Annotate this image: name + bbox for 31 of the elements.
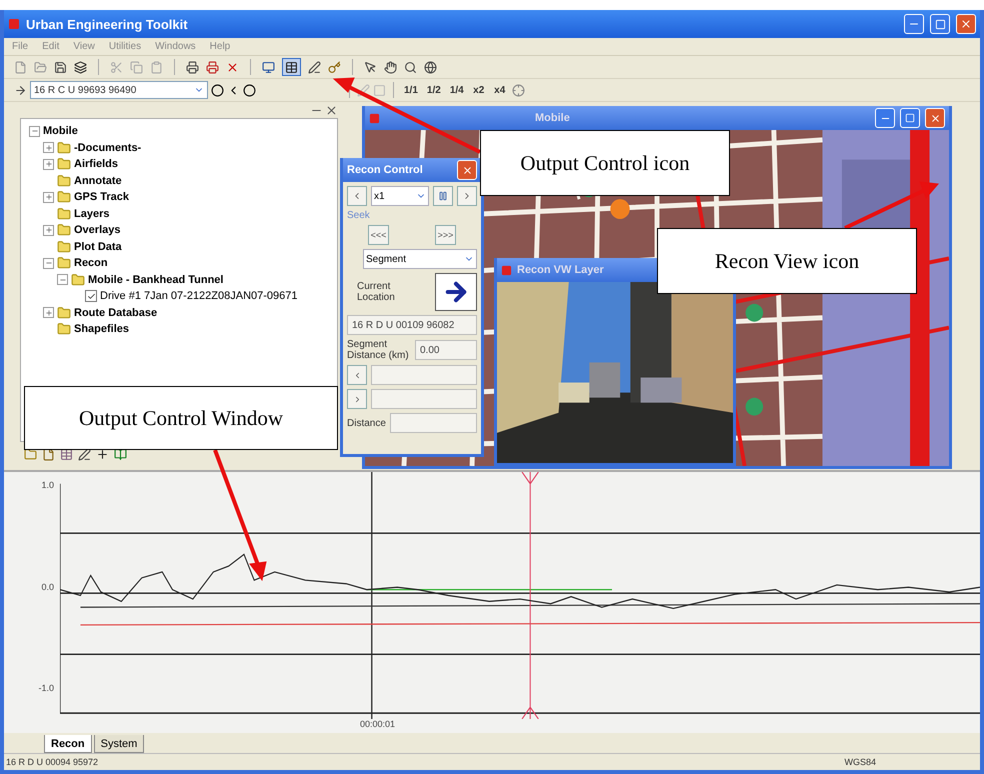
tree-item[interactable]: Recon [74, 257, 108, 270]
sheet-tab[interactable]: System [94, 735, 144, 753]
sheet-tab[interactable]: Recon [44, 735, 92, 753]
tree-item[interactable]: Overlays [74, 224, 120, 236]
rate-button[interactable]: 1/2 [424, 81, 444, 99]
rate-button[interactable]: 1/4 [446, 81, 467, 99]
status-datum: WGS84 [844, 757, 876, 767]
axis-tick-label: 0.0 [41, 582, 54, 592]
rate-button[interactable]: x2 [470, 81, 488, 99]
window-title: Mobile [534, 112, 571, 124]
axis-tick-label: 00:00:01 [360, 719, 396, 731]
tree-item[interactable]: GPS Track [74, 191, 130, 204]
tree-item[interactable]: Mobile [43, 125, 78, 138]
callout-label: Output Control Window [24, 386, 338, 450]
seek-label: Seek [347, 210, 371, 221]
tree-item[interactable]: Shapefiles [74, 323, 130, 336]
tree-item[interactable]: Annotate [74, 174, 122, 187]
tree-item[interactable]: Route Database [74, 306, 158, 319]
coordinate-field[interactable]: 16 R C U 99693 96490 [30, 81, 208, 99]
rate-button[interactable]: 1/1 [401, 81, 421, 99]
tree-item[interactable]: Mobile - Bankhead Tunnel [88, 274, 224, 286]
status-position: 16 R D U 00094 95972 [6, 757, 98, 767]
window-title: Urban Engineering Toolkit [26, 16, 189, 32]
tree-item[interactable]: Drive #1 7Jan 07-2122Z08JAN07-09671 [100, 290, 298, 302]
axis-tick-label: 1.0 [41, 480, 54, 490]
rate-button[interactable]: x4 [490, 81, 509, 99]
tree-item[interactable]: Airfields [74, 158, 118, 170]
tree-item[interactable]: -Documents- [74, 142, 142, 154]
tree-item[interactable]: Plot Data [74, 240, 122, 253]
axis-tick-label: -1.0 [38, 683, 54, 693]
tree-item[interactable]: Layers [74, 208, 110, 220]
